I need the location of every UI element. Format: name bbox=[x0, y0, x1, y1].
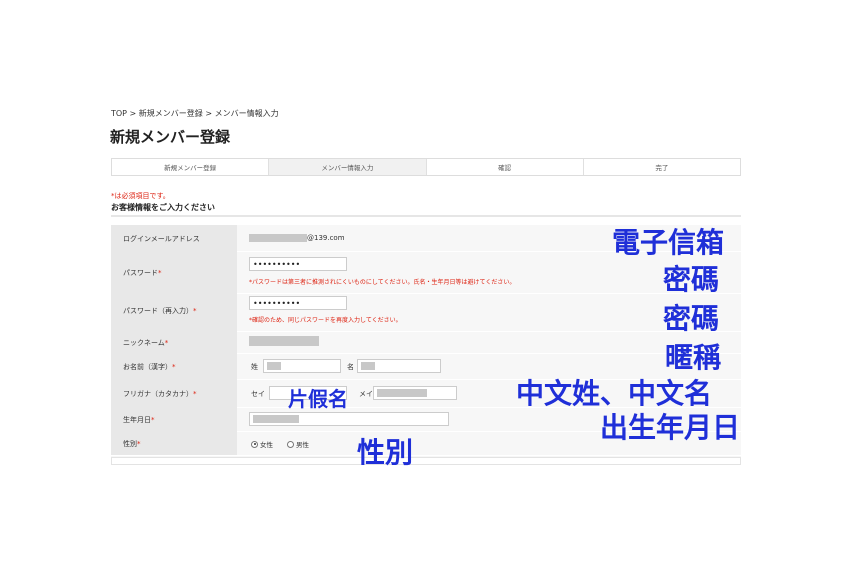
breadcrumb: TOP > 新規メンバー登録 > メンバー情報入力 bbox=[111, 109, 279, 118]
step-1: 新規メンバー登録 bbox=[112, 159, 270, 175]
annotation-nickname: 暱稱 bbox=[665, 341, 722, 374]
radio-unselected-icon bbox=[287, 440, 294, 448]
last-name-input[interactable] bbox=[263, 359, 341, 373]
password-confirm-label: パスワード（再入力）* bbox=[123, 307, 197, 315]
email-masked bbox=[249, 234, 307, 242]
name-kanji-label: お名前（漢字）* bbox=[123, 363, 176, 371]
last-name-label: 姓 bbox=[251, 363, 258, 371]
email-label: ログインメールアドレス bbox=[123, 235, 200, 243]
section-divider bbox=[111, 215, 741, 217]
nickname-label: ニックネーム* bbox=[123, 339, 169, 347]
progress-steps: 新規メンバー登録 メンバー情報入力 確認 完了 bbox=[111, 158, 741, 176]
last-name-kana-label: セイ bbox=[251, 390, 265, 398]
row-password-confirm: パスワード（再入力）* •••••••••• *確認のため、同じパスワードを再度… bbox=[111, 293, 741, 332]
annotation-birthdate: 出生年月日 bbox=[600, 411, 741, 444]
annotation-email: 電子信箱 bbox=[612, 226, 725, 259]
section-title: お客様情報をご入力ください bbox=[111, 203, 215, 212]
password-confirm-hint: *確認のため、同じパスワードを再度入力してください。 bbox=[249, 317, 402, 324]
name-kana-label: フリガナ（カタカナ）* bbox=[123, 390, 197, 398]
first-name-kana-label: メイ bbox=[359, 390, 373, 398]
gender-male-radio[interactable]: 男性 bbox=[287, 439, 309, 449]
annotation-kana: 片假名 bbox=[288, 387, 348, 411]
step-4: 完了 bbox=[655, 164, 669, 172]
row-nickname: ニックネーム* bbox=[111, 331, 741, 354]
required-note: *は必須項目です。 bbox=[111, 192, 170, 200]
birthdate-label: 生年月日* bbox=[123, 416, 155, 424]
first-name-kana-input[interactable] bbox=[373, 386, 457, 400]
form-bottom-area bbox=[111, 457, 741, 465]
gender-label: 性別* bbox=[123, 440, 141, 448]
password-confirm-input[interactable]: •••••••••• bbox=[249, 296, 347, 310]
annotation-password-confirm: 密碼 bbox=[663, 302, 720, 335]
page-title: 新規メンバー登録 bbox=[110, 128, 231, 146]
nickname-input[interactable] bbox=[249, 336, 319, 346]
step-3: 確認 bbox=[427, 159, 584, 175]
gender-female-radio[interactable]: 女性 bbox=[251, 439, 273, 449]
password-label: パスワード* bbox=[123, 269, 162, 277]
first-name-input[interactable] bbox=[357, 359, 441, 373]
birthdate-input[interactable] bbox=[249, 412, 449, 426]
radio-selected-icon bbox=[251, 440, 258, 448]
annotation-gender: 性別 bbox=[357, 436, 414, 469]
email-domain: @139.com bbox=[307, 234, 345, 242]
password-hint: *パスワードは第三者に推測されにくいものにしてください。氏名・生年月日等は避けて… bbox=[249, 279, 516, 286]
password-input[interactable]: •••••••••• bbox=[249, 257, 347, 271]
first-name-label: 名 bbox=[347, 363, 354, 371]
step-2-current: メンバー情報入力 bbox=[269, 159, 427, 175]
annotation-password: 密碼 bbox=[663, 263, 720, 296]
